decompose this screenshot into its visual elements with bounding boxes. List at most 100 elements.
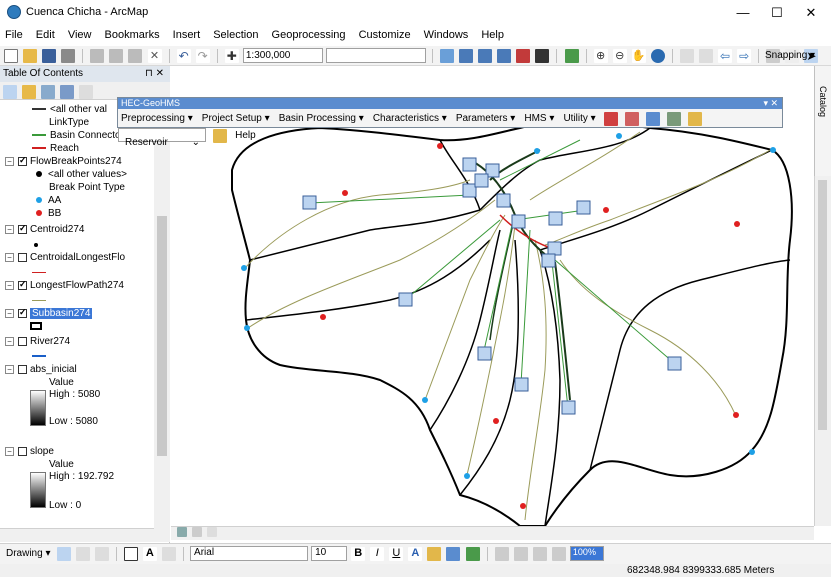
data-view-icon[interactable] [177, 527, 187, 537]
forward-extent-icon[interactable]: ⇨ [737, 49, 752, 63]
menu-insert[interactable]: Insert [168, 26, 206, 41]
editor-icon[interactable] [440, 49, 455, 63]
italic-icon[interactable]: I [370, 547, 385, 561]
open-folder-icon[interactable] [23, 49, 38, 63]
layer-visibility-checkbox[interactable] [18, 446, 27, 456]
full-extent-icon[interactable] [650, 49, 665, 63]
print-icon[interactable] [61, 49, 76, 63]
layer-river[interactable]: − River274 [5, 336, 70, 347]
layer-visibility-checkbox[interactable] [18, 223, 27, 234]
back-extent-icon[interactable]: ⇦ [718, 49, 733, 63]
toc-scroll-thumb[interactable] [157, 216, 167, 456]
toc-horizontal-scrollbar[interactable] [0, 528, 154, 542]
fixed-zoom-out-icon[interactable] [699, 49, 713, 63]
refresh-view-icon[interactable] [207, 527, 218, 537]
georef-tool-icon[interactable] [513, 547, 528, 561]
copy-icon[interactable] [109, 49, 124, 63]
select-elements-icon[interactable] [56, 547, 71, 561]
minimize-button[interactable]: — [728, 4, 758, 22]
menu-view[interactable]: View [63, 26, 97, 41]
layout-view-icon[interactable] [192, 527, 203, 537]
model-builder-icon[interactable] [564, 49, 579, 63]
toc-pin-close[interactable]: ⊓ ✕ [145, 68, 164, 79]
list-by-selection-icon[interactable] [60, 85, 75, 99]
map-scale-input[interactable]: 1:300,000 [242, 48, 323, 63]
profile-tool-icon[interactable] [666, 112, 681, 126]
georef-tool-icon[interactable] [532, 547, 547, 561]
catalog-dock-tab[interactable]: Catalog [814, 66, 831, 176]
pan-icon[interactable]: ✋ [631, 49, 646, 63]
add-data-icon[interactable]: ✚ [224, 49, 239, 63]
layer-centroidal-flowpath[interactable]: − CentroidalLongestFlo [5, 252, 125, 263]
hec-menu-basin-processing[interactable]: Basin Processing ▾ [276, 109, 367, 124]
layer-visibility-checkbox[interactable] [18, 364, 27, 374]
fill-color-icon[interactable] [427, 547, 442, 561]
maximize-button[interactable]: ☐ [762, 4, 792, 22]
python-icon[interactable] [535, 49, 550, 63]
close-button[interactable]: ✕ [796, 4, 826, 22]
rectangle-tool-icon[interactable] [123, 547, 138, 561]
layer-visibility-checkbox[interactable] [18, 252, 27, 262]
identify-tool-icon[interactable] [603, 112, 618, 126]
fixed-zoom-in-icon[interactable] [679, 49, 694, 63]
hec-toolbar-title[interactable]: HEC-GeoHMS ▾ ✕ [118, 98, 782, 109]
hec-toolbar-close-icon[interactable]: ▾ ✕ [763, 98, 778, 109]
delete-icon[interactable]: ✕ [147, 49, 162, 63]
list-by-source-icon[interactable] [22, 85, 37, 99]
zoom-out-icon[interactable]: ⊖ [612, 49, 627, 63]
hec-menu-characteristics[interactable]: Characteristics ▾ [370, 109, 450, 124]
map-canvas[interactable] [171, 66, 814, 526]
list-by-drawing-order-icon[interactable] [3, 85, 17, 99]
menu-bookmarks[interactable]: Bookmarks [100, 26, 165, 41]
rotate-icon[interactable] [75, 547, 90, 561]
pencil-icon[interactable] [213, 129, 228, 143]
menu-customize[interactable]: Customize [354, 26, 416, 41]
layer-centroid[interactable]: −Centroid274 [5, 223, 84, 235]
menu-edit[interactable]: Edit [31, 26, 60, 41]
map-vertical-scroll-thumb[interactable] [818, 180, 827, 430]
hec-help-button[interactable]: Help [232, 126, 259, 141]
layer-visibility-checkbox[interactable] [18, 155, 27, 166]
snapping-menu[interactable]: Snapping ▾ [765, 50, 815, 61]
marker-color-icon[interactable] [465, 547, 480, 561]
map-horizontal-scrollbar[interactable] [171, 526, 814, 540]
table-icon[interactable] [459, 49, 474, 63]
toc-options-icon[interactable] [79, 85, 94, 99]
element-type-dropdown[interactable]: Reservoir ⌄ [118, 128, 206, 148]
edit-tool-icon[interactable] [688, 112, 703, 126]
cut-icon[interactable] [90, 49, 105, 63]
layer-subbasin[interactable]: −Subbasin274 [5, 307, 93, 319]
layer-flowbreakpoints[interactable]: −FlowBreakPoints274 [5, 155, 122, 167]
save-icon[interactable] [42, 49, 57, 63]
menu-windows[interactable]: Windows [419, 26, 474, 41]
bold-icon[interactable]: B [351, 547, 366, 561]
search-window-icon[interactable] [497, 49, 512, 63]
arctoolbox-icon[interactable] [516, 49, 531, 63]
menu-geoprocessing[interactable]: Geoprocessing [267, 26, 351, 41]
zoom-percent-dropdown[interactable]: 100% [569, 546, 604, 561]
zoom-in-icon[interactable]: ⊕ [593, 49, 608, 63]
undo-icon[interactable]: ↶ [176, 49, 191, 63]
scale-dropdown[interactable] [325, 48, 426, 63]
layer-longest-flowpath[interactable]: −LongestFlowPath274 [5, 279, 124, 291]
hec-menu-parameters[interactable]: Parameters ▾ [453, 109, 518, 124]
text-tool-icon[interactable]: A [142, 547, 157, 561]
hec-menu-project-setup[interactable]: Project Setup ▾ [199, 109, 273, 124]
hec-menu-preprocessing[interactable]: Preprocessing ▾ [118, 109, 196, 124]
layer-visibility-checkbox[interactable] [18, 307, 27, 318]
new-document-icon[interactable] [4, 49, 18, 63]
underline-icon[interactable]: U [389, 547, 404, 561]
zoom-to-element-icon[interactable] [94, 547, 109, 561]
hec-menu-hms[interactable]: HMS ▾ [521, 109, 557, 124]
catalog-window-icon[interactable] [478, 49, 493, 63]
menu-file[interactable]: File [0, 26, 28, 41]
drawing-menu[interactable]: Drawing ▾ [6, 548, 50, 559]
callout-tool-icon[interactable] [161, 547, 176, 561]
menu-selection[interactable]: Selection [208, 26, 263, 41]
hec-menu-utility[interactable]: Utility ▾ [560, 109, 598, 124]
layer-visibility-checkbox[interactable] [18, 279, 27, 290]
layer-visibility-checkbox[interactable] [18, 336, 27, 346]
font-size-dropdown[interactable]: 10 [311, 546, 348, 561]
paste-icon[interactable] [128, 49, 143, 63]
line-color-icon[interactable] [446, 547, 461, 561]
